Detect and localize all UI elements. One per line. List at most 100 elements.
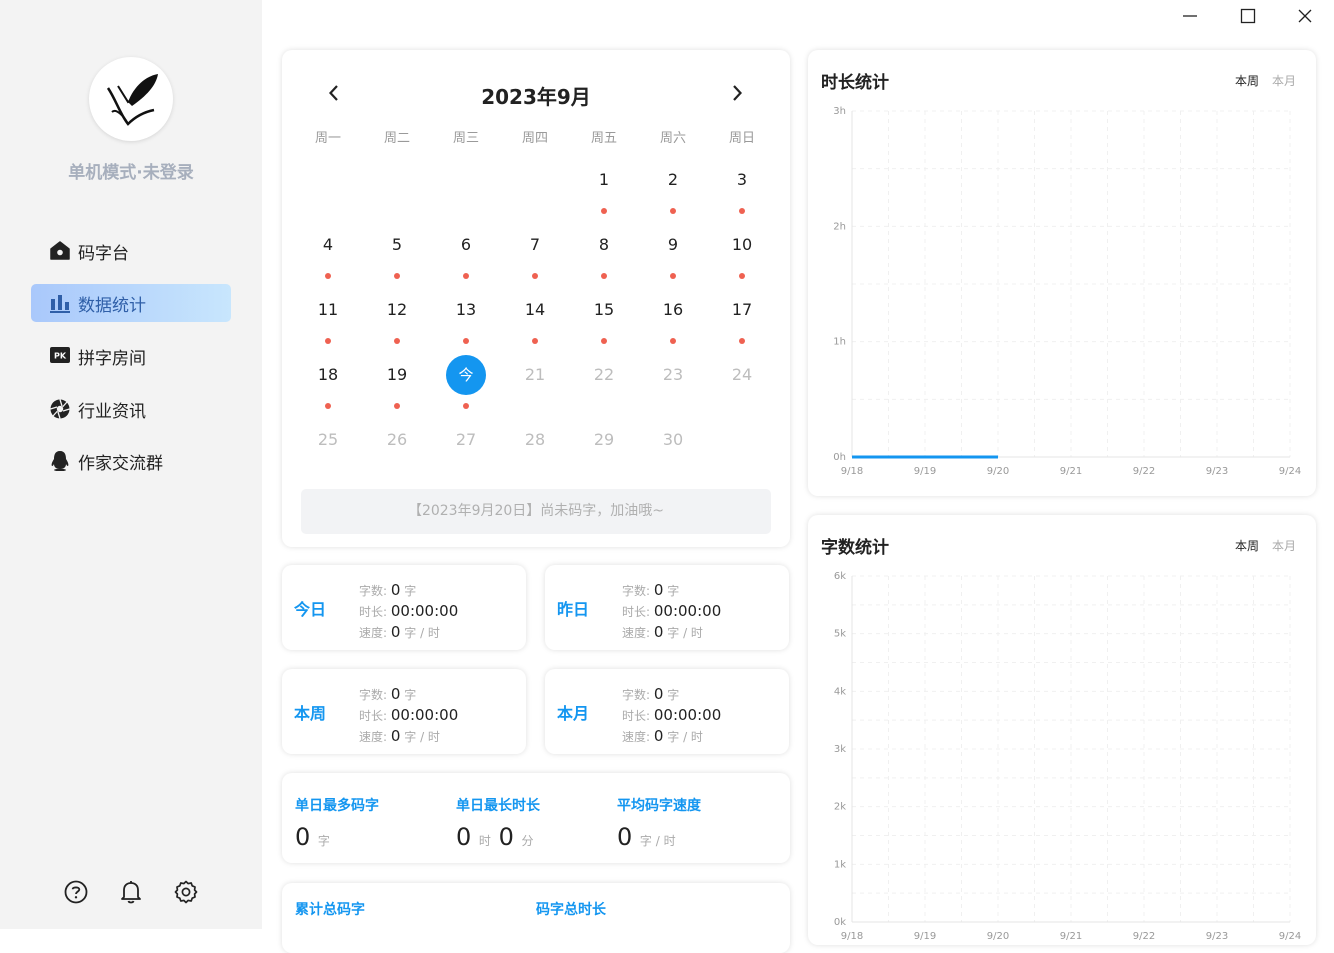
calendar-day[interactable]: 12 [372, 287, 422, 344]
x-tick-label: 9/18 [841, 466, 863, 477]
calendar-day[interactable]: 8 [579, 222, 629, 279]
calendar-day[interactable]: 26 [372, 417, 422, 467]
nav-item-label: 数据统计 [78, 295, 146, 316]
calendar-day[interactable]: 15 [579, 287, 629, 344]
calendar-day[interactable]: 2 [648, 157, 698, 214]
x-tick-label: 9/19 [914, 466, 936, 477]
x-tick-label: 9/21 [1060, 931, 1082, 942]
speed-unit: 字 / 时 [667, 730, 703, 744]
activity-dot [670, 273, 676, 279]
nav-item-pk-room[interactable]: PK 拼字房间 [31, 337, 231, 375]
calendar-day[interactable]: 14 [510, 287, 560, 344]
calendar-day[interactable]: 17 [717, 287, 767, 344]
bell-icon[interactable] [118, 879, 144, 905]
calendar-day[interactable]: 19 [372, 352, 422, 409]
nav-item-editor[interactable]: 码字台 [31, 232, 231, 270]
activity-dot [463, 403, 469, 409]
calendar-day[interactable]: 3 [717, 157, 767, 214]
calendar-day[interactable]: 28 [510, 417, 560, 467]
nav-item-label: 拼字房间 [78, 348, 146, 369]
nav-item-writer-group[interactable]: 作家交流群 [31, 442, 231, 480]
avatar[interactable] [89, 57, 173, 141]
nav-item-label: 作家交流群 [78, 453, 163, 474]
day-number: 10 [731, 235, 753, 254]
activity-dot [463, 338, 469, 344]
sidebar: 单机模式·未登录 码字台 数据统计 PK 拼字房间 行业资讯 作家交流群 [0, 0, 262, 929]
calendar-day[interactable]: 9 [648, 222, 698, 279]
calendar-day[interactable]: 21 [510, 352, 560, 402]
stat-card-week: 本周 字数: 0 字 时长: 00:00:00 速度: 0 字 / 时 [282, 669, 526, 754]
calendar-day[interactable]: 22 [579, 352, 629, 402]
calendar-day[interactable]: 24 [717, 352, 767, 402]
maximize-icon[interactable] [1235, 5, 1261, 27]
calendar-day[interactable]: 13 [441, 287, 491, 344]
minute-unit: 分 [521, 834, 534, 848]
day-number: 12 [386, 300, 408, 319]
nav-item-statistics[interactable]: 数据统计 [31, 284, 231, 322]
calendar-day[interactable]: 16 [648, 287, 698, 344]
calendar-day-today[interactable]: 今 [441, 352, 491, 409]
x-tick-label: 9/19 [914, 931, 936, 942]
day-number: 24 [731, 365, 753, 384]
words-unit: 字 [667, 688, 680, 702]
calendar-day[interactable]: 27 [441, 417, 491, 467]
calendar-day[interactable]: 30 [648, 417, 698, 467]
activity-dot [394, 403, 400, 409]
words-label: 字数: [359, 584, 388, 598]
speed-value: 0 [390, 727, 401, 745]
nav-item-news[interactable]: 行业资讯 [31, 390, 231, 428]
day-number: 8 [598, 235, 610, 254]
max-words-number: 0 [295, 823, 311, 851]
activity-dot [532, 273, 538, 279]
chevron-right-icon [733, 85, 743, 101]
day-number: 14 [524, 300, 546, 319]
duration-label: 时长: [359, 709, 388, 723]
y-tick-label: 2h [833, 221, 846, 232]
calendar-day[interactable]: 18 [303, 352, 353, 409]
activity-dot [670, 338, 676, 344]
words-value: 0 [653, 685, 664, 703]
calendar-day[interactable]: 7 [510, 222, 560, 279]
duration-label: 时长: [622, 605, 651, 619]
speed-value: 0 [653, 623, 664, 641]
y-tick-label: 3h [833, 106, 846, 117]
x-tick-label: 9/23 [1206, 466, 1228, 477]
calendar-day[interactable]: 4 [303, 222, 353, 279]
activity-dot [325, 403, 331, 409]
minimize-icon[interactable] [1177, 5, 1203, 27]
day-number: 3 [736, 170, 748, 189]
avg-speed-label: 平均码字速度 [617, 798, 701, 814]
activity-dot [394, 273, 400, 279]
calendar-day[interactable]: 10 [717, 222, 767, 279]
svg-text:PK: PK [54, 352, 67, 361]
calendar-day[interactable]: 6 [441, 222, 491, 279]
calendar-day[interactable]: 1 [579, 157, 629, 214]
stat-card-today: 今日 字数: 0 字 时长: 00:00:00 速度: 0 字 / 时 [282, 565, 526, 650]
speed-value: 0 [653, 727, 664, 745]
speed-unit: 字 / 时 [404, 730, 440, 744]
next-month-button[interactable] [726, 82, 748, 104]
duration-value: 00:00:00 [653, 602, 722, 620]
y-tick-label: 4k [834, 686, 846, 697]
calendar-day[interactable]: 25 [303, 417, 353, 467]
close-icon[interactable] [1292, 5, 1318, 27]
activity-dot [325, 338, 331, 344]
calendar-day[interactable]: 23 [648, 352, 698, 402]
x-tick-label: 9/23 [1206, 931, 1228, 942]
max-duration-label: 单日最长时长 [456, 798, 540, 814]
weekday-label: 周五 [590, 131, 617, 146]
avg-speed-value: 0 字 / 时 [617, 823, 676, 851]
day-number: 18 [317, 365, 339, 384]
words-label: 字数: [622, 584, 651, 598]
activity-dot [532, 338, 538, 344]
duration-chart-card: 时长统计 本周 本月 0h 1h 2h 3h 9/18 9/19 9/20 9/21 9/22 9… [808, 50, 1316, 496]
day-number: 22 [593, 365, 615, 384]
gear-icon[interactable] [173, 879, 199, 905]
calendar-day[interactable]: 5 [372, 222, 422, 279]
help-icon[interactable] [63, 879, 89, 905]
duration-value: 00:00:00 [653, 706, 722, 724]
calendar-day[interactable]: 29 [579, 417, 629, 467]
weekday-label: 周四 [521, 131, 548, 146]
speed-value: 0 [390, 623, 401, 641]
calendar-day[interactable]: 11 [303, 287, 353, 344]
